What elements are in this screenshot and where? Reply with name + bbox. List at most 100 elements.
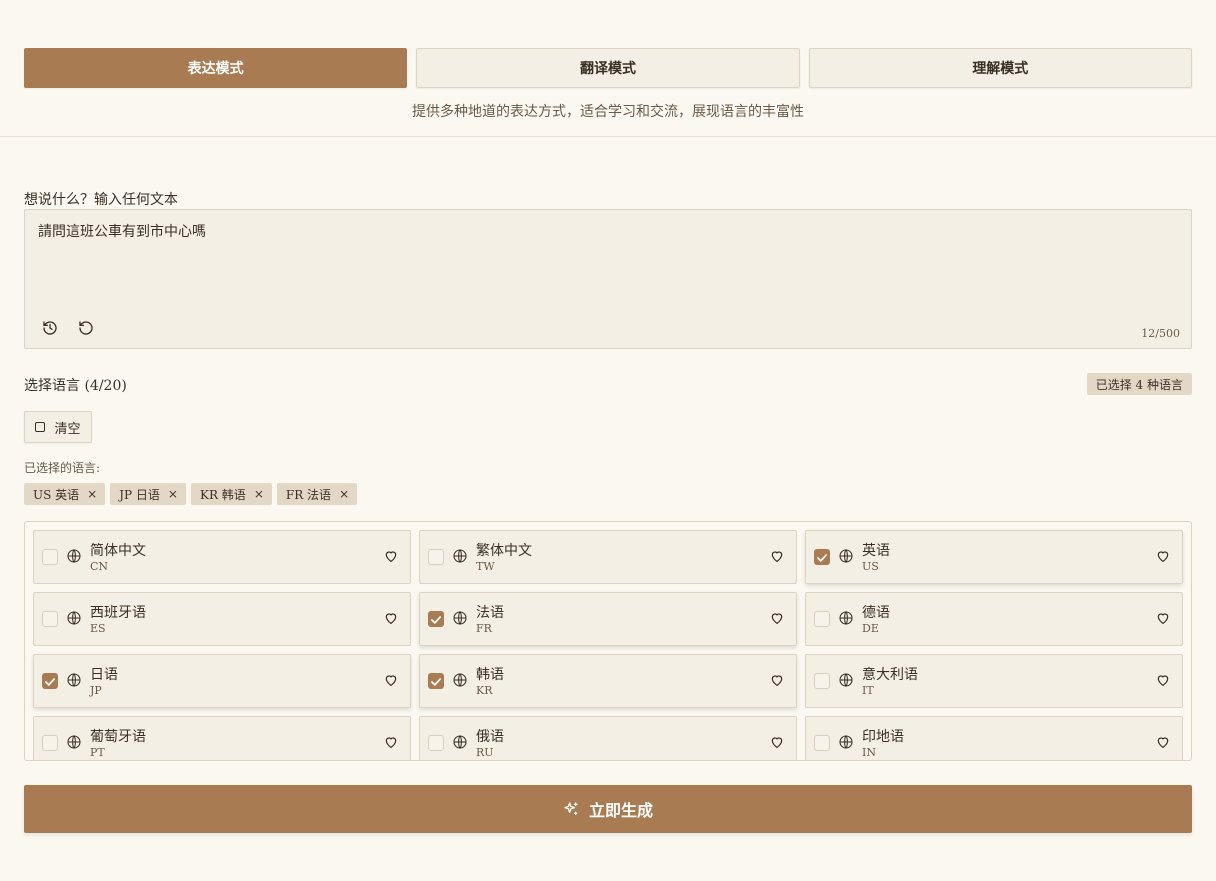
language-code: TW: [476, 560, 495, 573]
language-checkbox[interactable]: [42, 735, 58, 751]
chip-fr: FR 法语 ×: [276, 483, 358, 505]
chip-remove-icon[interactable]: ×: [168, 487, 178, 501]
language-checkbox[interactable]: [814, 735, 830, 751]
chip-jp: JP 日语 ×: [110, 483, 186, 505]
language-card-us[interactable]: 英语 US: [805, 530, 1183, 584]
language-code: PT: [90, 746, 105, 759]
globe-icon: [67, 673, 81, 687]
language-card-it[interactable]: 意大利语 IT: [805, 654, 1183, 708]
language-code: FR: [476, 622, 492, 635]
chip-remove-icon[interactable]: ×: [87, 487, 97, 501]
reset-icon[interactable]: [77, 319, 95, 337]
generate-button[interactable]: 立即生成: [24, 785, 1192, 833]
language-name: 日语: [90, 667, 118, 683]
chip-label: FR 法语: [285, 487, 332, 502]
mode-understanding-button[interactable]: 理解模式: [808, 48, 1192, 88]
mode-description: 提供多种地道的表达方式，适合学习和交流，展现语言的丰富性: [412, 104, 804, 120]
language-checkbox[interactable]: [42, 611, 58, 627]
language-code: IT: [862, 684, 874, 697]
heart-icon[interactable]: [1155, 548, 1171, 564]
check-icon: [431, 616, 441, 624]
heart-icon[interactable]: [769, 672, 785, 688]
char-count: 12/500: [1141, 327, 1180, 340]
language-card-tw[interactable]: 繁体中文 TW: [419, 530, 797, 584]
heart-icon[interactable]: [769, 734, 785, 750]
globe-icon: [453, 549, 467, 563]
language-name: 葡萄牙语: [90, 729, 146, 745]
language-checkbox[interactable]: [428, 673, 444, 689]
language-card-de[interactable]: 德语 DE: [805, 592, 1183, 646]
language-card-in[interactable]: 印地语 IN: [805, 716, 1183, 760]
globe-icon: [453, 673, 467, 687]
language-card-cn[interactable]: 简体中文 CN: [33, 530, 411, 584]
language-code: IN: [862, 746, 876, 759]
heart-icon[interactable]: [383, 610, 399, 626]
language-checkbox[interactable]: [814, 549, 830, 565]
language-card-jp[interactable]: 日语 JP: [33, 654, 411, 708]
language-checkbox[interactable]: [814, 611, 830, 627]
language-card-es[interactable]: 西班牙语 ES: [33, 592, 411, 646]
heart-icon[interactable]: [1155, 610, 1171, 626]
globe-icon: [453, 735, 467, 749]
language-card-fr[interactable]: 法语 FR: [419, 592, 797, 646]
square-icon: [35, 422, 46, 432]
language-checkbox[interactable]: [42, 549, 58, 565]
heart-icon[interactable]: [383, 548, 399, 564]
language-checkbox[interactable]: [428, 735, 444, 751]
heart-icon[interactable]: [383, 672, 399, 688]
mode-bar: 表达模式 翻译模式 理解模式: [24, 48, 1192, 88]
history-icon[interactable]: [41, 319, 59, 337]
language-checkbox[interactable]: [428, 611, 444, 627]
language-name: 法语: [476, 605, 504, 621]
language-code: CN: [90, 560, 109, 573]
heart-icon[interactable]: [1155, 734, 1171, 750]
chip-remove-icon[interactable]: ×: [254, 487, 264, 501]
selected-chips: US 英语 × JP 日语 × KR 韩语 × FR 法语 ×: [24, 483, 358, 505]
check-icon: [817, 554, 827, 562]
globe-icon: [839, 673, 853, 687]
language-name: 意大利语: [862, 667, 918, 683]
text-input[interactable]: 請問這班公車有到市中心嗎 12/500: [24, 209, 1192, 349]
clear-button[interactable]: 清空: [24, 411, 92, 443]
language-card-ru[interactable]: 俄语 RU: [419, 716, 797, 760]
mode-expression-button[interactable]: 表达模式: [24, 48, 408, 88]
language-card-kr[interactable]: 韩语 KR: [419, 654, 797, 708]
chip-remove-icon[interactable]: ×: [339, 487, 349, 501]
language-checkbox[interactable]: [814, 673, 830, 689]
selected-languages-label: 已选择的语言:: [24, 461, 101, 475]
language-name: 印地语: [862, 729, 904, 745]
language-card-pt[interactable]: 葡萄牙语 PT: [33, 716, 411, 760]
language-name: 繁体中文: [476, 543, 532, 559]
language-code: DE: [862, 622, 879, 635]
divider: [0, 136, 1216, 137]
chip-label: JP 日语: [119, 487, 160, 502]
heart-icon[interactable]: [383, 734, 399, 750]
text-input-value[interactable]: 請問這班公車有到市中心嗎: [38, 221, 206, 241]
language-code: JP: [90, 684, 102, 697]
language-name: 英语: [862, 543, 890, 559]
globe-icon: [839, 611, 853, 625]
language-checkbox[interactable]: [42, 673, 58, 689]
language-name: 简体中文: [90, 543, 146, 559]
heart-icon[interactable]: [1155, 672, 1171, 688]
chip-us: US 英语 ×: [24, 483, 106, 505]
language-checkbox[interactable]: [428, 549, 444, 565]
language-name: 韩语: [476, 667, 504, 683]
globe-icon: [839, 735, 853, 749]
mode-translation-button[interactable]: 翻译模式: [416, 48, 800, 88]
globe-icon: [67, 611, 81, 625]
language-code: US: [862, 560, 879, 573]
language-code: RU: [476, 746, 494, 759]
language-name: 德语: [862, 605, 890, 621]
globe-icon: [67, 549, 81, 563]
globe-icon: [67, 735, 81, 749]
language-code: ES: [90, 622, 106, 635]
globe-icon: [453, 611, 467, 625]
heart-icon[interactable]: [769, 548, 785, 564]
chip-label: US 英语: [33, 487, 80, 502]
heart-icon[interactable]: [769, 610, 785, 626]
language-grid[interactable]: 简体中文 CN 繁体中文 TW 英语 US 西班牙语 ES 法语 FR 德语 DE 日语 JP 韩语 KR 意大…: [24, 521, 1192, 761]
language-code: KR: [476, 684, 493, 697]
globe-icon: [839, 549, 853, 563]
check-icon: [431, 678, 441, 686]
